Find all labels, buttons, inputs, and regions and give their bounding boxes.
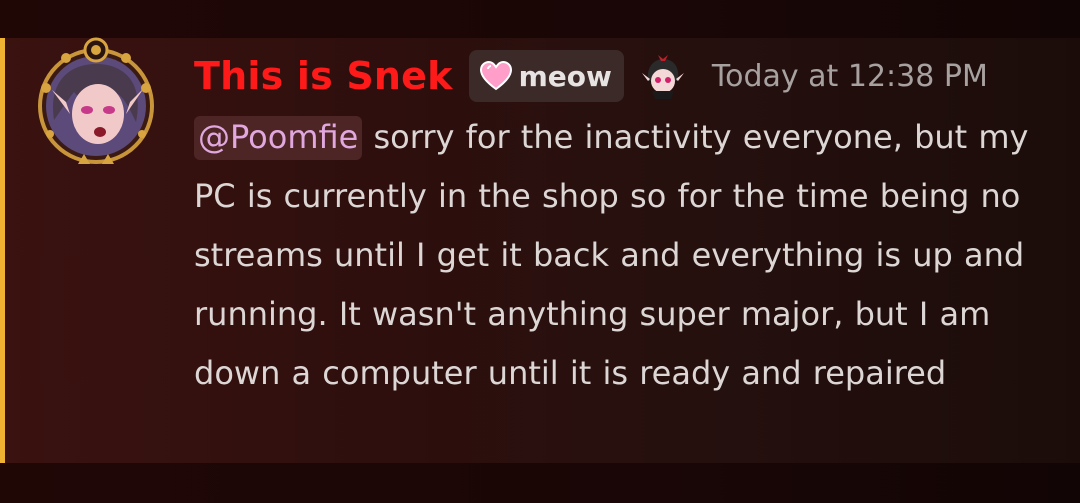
message-row[interactable]: This is Snek meow Today at 12:38 PM @Poo… <box>0 37 1080 463</box>
message-header: This is Snek meow Today at 12:38 PM <box>194 46 988 106</box>
author-name[interactable]: This is Snek <box>194 54 453 98</box>
avatar[interactable] <box>26 30 166 170</box>
message-timestamp[interactable]: Today at 12:38 PM <box>712 59 988 94</box>
message-content: @Poomfie sorry for the inactivity everyo… <box>194 108 1054 403</box>
background-bottom <box>0 463 1080 503</box>
chibi-avatar-icon[interactable] <box>638 51 688 101</box>
role-tag[interactable]: meow <box>468 50 624 102</box>
pink-heart-icon <box>479 61 512 91</box>
role-label: meow <box>518 59 612 93</box>
user-mention[interactable]: @Poomfie <box>194 116 363 160</box>
mention-highlight-bar <box>0 38 5 463</box>
